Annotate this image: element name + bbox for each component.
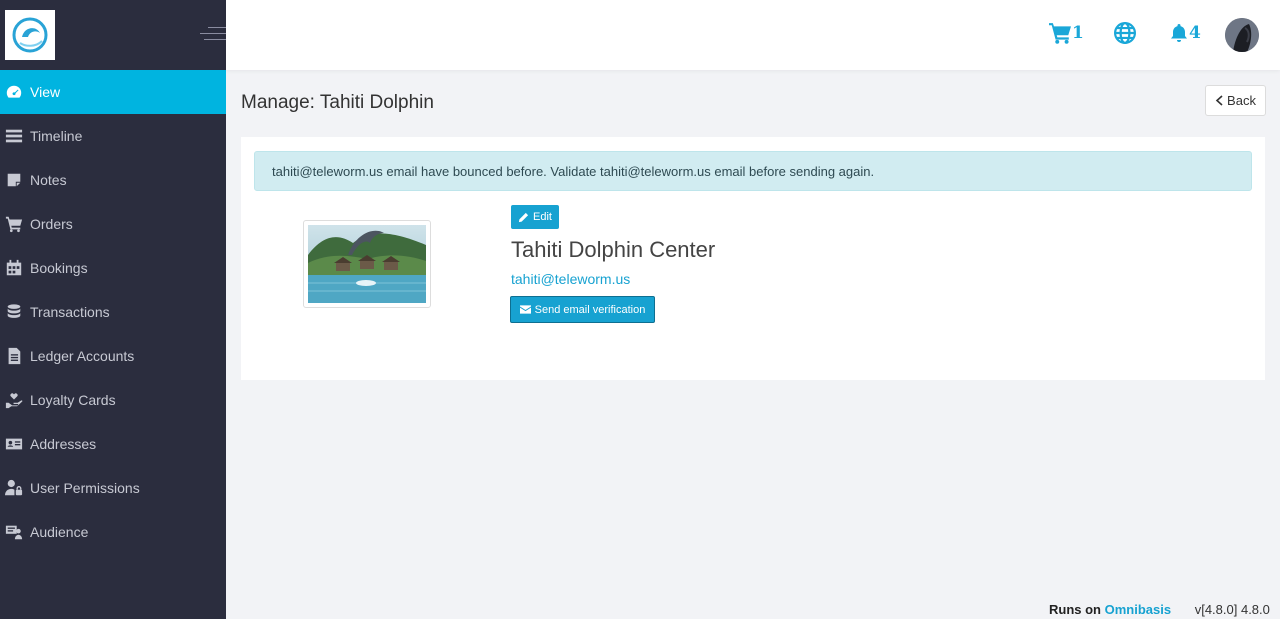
edit-button-label: Edit [533,211,552,223]
sidebar-nav: View Timeline Notes Orders Bookings Tran… [0,70,226,554]
avatar-image-icon [1225,18,1259,52]
sidebar-item-audience[interactable]: Audience [0,510,226,554]
address-card-icon [4,434,24,454]
sidebar-item-view[interactable]: View [0,70,226,114]
hand-holding-heart-icon [4,390,24,410]
profile-card: tahiti@teleworm.us email have bounced be… [241,137,1265,380]
sidebar-item-label: Bookings [30,260,88,276]
sidebar-item-label: Audience [30,524,89,540]
calendar-icon [4,258,24,278]
dolphin-logo-icon [12,17,48,53]
sidebar-item-user-permissions[interactable]: User Permissions [0,466,226,510]
user-avatar[interactable] [1225,18,1259,52]
verify-button-label: Send email verification [534,303,646,316]
edit-button[interactable]: Edit [511,205,559,229]
ledger-document-icon [4,346,24,366]
dolphin-photo-icon [308,225,426,303]
footer: Runs on Omnibasis v[4.8.0] 4.8.0 [1049,602,1270,617]
globe-icon [1114,22,1136,44]
runs-on-label: Runs on [1049,602,1101,617]
chevron-left-icon [1215,95,1223,106]
send-email-verification-button[interactable]: Send email verification [510,296,655,323]
pencil-icon [518,212,529,222]
sidebar-item-label: Transactions [30,304,110,320]
brand-area [0,0,226,70]
cart-count-badge: 1 [1072,23,1084,43]
sidebar-item-label: Loyalty Cards [30,392,116,408]
email-link[interactable]: tahiti@teleworm.us [511,271,630,287]
dashboard-gauge-icon [4,82,24,102]
sidebar-item-addresses[interactable]: Addresses [0,422,226,466]
omnibasis-link[interactable]: Omnibasis [1105,602,1171,617]
bell-icon [1171,24,1187,42]
notifications-button[interactable]: 4 [1169,22,1201,44]
sidebar-item-label: View [30,84,61,100]
sidebar-item-label: Addresses [30,436,97,452]
sidebar-item-label: User Permissions [30,480,140,496]
top-bar: 1 4 [226,0,1280,70]
envelope-icon [519,305,531,314]
sidebar-item-label: Orders [30,216,73,232]
sidebar-item-loyalty-cards[interactable]: Loyalty Cards [0,378,226,422]
cart-button[interactable]: 1 [1048,22,1084,44]
version-text: v[4.8.0] 4.8.0 [1194,602,1270,617]
sidebar-item-timeline[interactable]: Timeline [0,114,226,158]
sidebar-toggle-icon[interactable] [200,27,226,45]
company-name: Tahiti Dolphin Center [511,237,716,262]
sidebar-item-transactions[interactable]: Transactions [0,290,226,334]
sidebar-item-label: Timeline [30,128,83,144]
back-button[interactable]: Back [1205,85,1266,116]
language-button[interactable] [1114,22,1136,44]
sidebar-item-orders[interactable]: Orders [0,202,226,246]
shopping-cart-icon [1049,23,1071,44]
list-lines-icon [4,126,24,146]
sidebar-item-label: Notes [30,172,67,188]
back-button-label: Back [1227,93,1256,108]
sidebar-item-label: Ledger Accounts [30,348,135,364]
sidebar-item-notes[interactable]: Notes [0,158,226,202]
sticky-note-icon [4,170,24,190]
page-title: Manage: Tahiti Dolphin [241,92,434,113]
sidebar-item-bookings[interactable]: Bookings [0,246,226,290]
notification-count-badge: 4 [1189,23,1201,43]
coins-stack-icon [4,302,24,322]
company-logo[interactable] [5,10,55,60]
company-image [303,220,431,308]
sidebar-item-ledger-accounts[interactable]: Ledger Accounts [0,334,226,378]
bounce-warning-alert: tahiti@teleworm.us email have bounced be… [254,151,1252,191]
sidebar: View Timeline Notes Orders Bookings Tran… [0,0,226,619]
user-lock-icon [4,478,24,498]
audience-network-icon [4,522,24,542]
shopping-cart-icon [4,214,24,234]
